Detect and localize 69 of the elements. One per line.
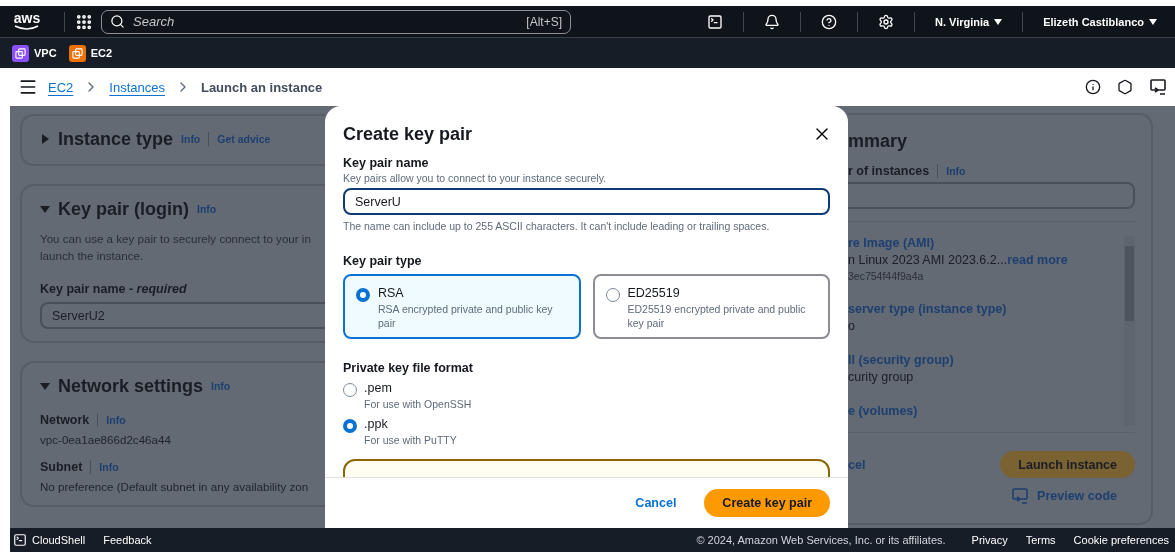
key-pair-name-input[interactable]: ServerU <box>343 188 830 215</box>
cancel-button[interactable]: Cancel <box>627 492 685 514</box>
field-label: Key pair type <box>343 254 423 268</box>
summary-value: n Linux 2023 AMI 2023.6.2...read more <box>848 253 1069 267</box>
favorite-service-link[interactable]: EC2 <box>68 44 113 62</box>
field-label: Private key file format <box>343 361 474 375</box>
collapse-triangle-icon[interactable] <box>40 381 50 391</box>
option-description: For use with PuTTY <box>364 433 457 447</box>
option-label: .ppk <box>364 417 389 431</box>
option-label: .pem <box>364 381 393 395</box>
instances-input[interactable] <box>848 182 1135 209</box>
account-menu[interactable]: Elizeth Castiblanco <box>1033 15 1167 28</box>
hexagon-icon[interactable] <box>1117 79 1133 95</box>
key-pair-select[interactable]: ServerU2 <box>40 302 325 329</box>
settings-icon <box>877 13 894 30</box>
favorite-service-link[interactable]: VPC <box>12 44 57 62</box>
section-title: Key pair (login) <box>58 198 189 220</box>
cloudshell-link[interactable]: CloudShell <box>13 533 86 547</box>
field-label: Network <box>40 413 90 427</box>
search-field[interactable]: Search [Alt+S] <box>101 9 571 34</box>
info-icon[interactable] <box>1085 79 1101 95</box>
section-description: You can use a key pair to securely connect to your in launch the instance. <box>40 231 312 264</box>
field-label: Key pair name - required <box>40 282 188 296</box>
menu-icon[interactable] <box>18 77 38 97</box>
section-title: Instance type <box>58 128 174 150</box>
dialog-title: Create key pair <box>343 123 473 145</box>
expand-triangle-icon[interactable] <box>40 134 50 144</box>
summary-id: 3ec754f44f9a4a <box>848 270 925 282</box>
radio-button[interactable] <box>343 419 357 433</box>
shortcut-hint: [Alt+S] <box>526 14 562 29</box>
field-label: Key pair name <box>343 156 430 170</box>
page-title: Launch an instance <box>200 79 323 95</box>
footer-link[interactable]: Terms <box>1025 534 1056 546</box>
help-icon <box>820 13 837 30</box>
footer-link[interactable]: Cookie preferences <box>1073 534 1169 546</box>
feedback-link[interactable]: Feedback <box>103 534 152 546</box>
breadcrumb-link[interactable]: EC2 <box>48 79 74 95</box>
field-value: No preference (Default subnet in any availability zon <box>40 480 310 493</box>
summary-title: mmary <box>848 131 909 152</box>
key-type-option[interactable]: ED25519 ED25519 encrypted private and public key pair <box>592 274 830 339</box>
caret-icon <box>994 18 1003 25</box>
summary-value: curity group <box>848 370 915 384</box>
field-label: Subnet <box>40 460 83 474</box>
option-description: For use with OpenSSH <box>364 397 472 411</box>
radio-button[interactable] <box>343 383 357 397</box>
apps-grid-icon[interactable] <box>75 12 93 31</box>
preview-code-icon[interactable] <box>1149 78 1167 96</box>
field-description: Key pairs allow you to connect to your instance securely. <box>343 172 608 184</box>
caret-icon <box>1149 18 1157 25</box>
search-icon <box>110 14 125 29</box>
field-hint: The name can include up to 255 ASCII characters. It can't include leading or trailing spaces. <box>343 220 771 232</box>
field-value: vpc-0ea1ae866d2c46a44 <box>40 433 172 446</box>
footer-link[interactable]: Privacy <box>971 534 1008 546</box>
aws-logo[interactable]: aws <box>12 12 42 31</box>
breadcrumb-link[interactable]: Instances <box>109 79 165 95</box>
collapse-triangle-icon[interactable] <box>40 204 50 214</box>
preview-code-icon <box>1011 488 1030 504</box>
copyright-text: © 2024, Amazon Web Services, Inc. or its affiliates. <box>696 534 946 546</box>
summary-value: o <box>848 319 856 333</box>
region-menu[interactable]: N. Virginia <box>924 15 1013 28</box>
section-title: Network settings <box>58 375 204 397</box>
field-label: r of instances <box>848 164 930 178</box>
scrollbar[interactable] <box>1124 236 1135 426</box>
bell-icon <box>763 13 780 30</box>
key-type-option[interactable]: RSA RSA encrypted private and public key pair <box>343 274 581 339</box>
terminal-icon <box>706 13 723 30</box>
create-key-pair-button[interactable]: Create key pair <box>704 489 830 517</box>
launch-instance-button[interactable]: Launch instance <box>1000 451 1135 478</box>
terminal-icon <box>13 533 27 547</box>
